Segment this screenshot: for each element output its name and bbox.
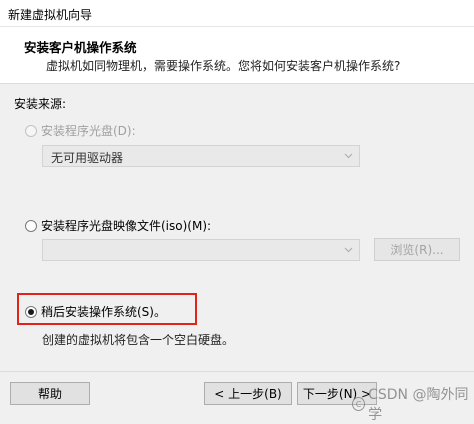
title-bar: 新建虚拟机向导 [0,0,474,27]
chevron-down-icon [344,151,353,160]
help-button[interactable]: 帮助 [10,382,90,405]
iso-path-select[interactable] [42,239,360,261]
window-title: 新建虚拟机向导 [8,8,93,22]
watermark-text: CSDN @陶外同学 [368,387,469,423]
header-subtitle: 虚拟机如同物理机，需要操作系统。您将如何安装客户机操作系统? [46,59,401,73]
install-source-label: 安装来源: [14,97,67,111]
radio-label-iso: 安装程序光盘映像文件(iso)(M): [41,219,212,233]
chevron-down-icon [344,245,353,254]
wizard-header: 安装客户机操作系统 虚拟机如同物理机，需要操作系统。您将如何安装客户机操作系统? [0,27,474,84]
radio-circle-disc[interactable] [25,124,37,137]
csdn-watermark: C CSDN @陶外同学 [352,384,474,424]
radio-install-iso[interactable]: 安装程序光盘映像文件(iso)(M): [25,217,211,234]
radio-label-later: 稍后安装操作系统(S)。 [41,305,166,319]
radio-install-later[interactable]: 稍后安装操作系统(S)。 [25,303,166,320]
browse-button[interactable]: 浏览(R)... [374,238,460,261]
footer-divider [0,371,474,372]
back-button[interactable]: < 上一步(B) [204,382,292,405]
radio-circle-iso[interactable] [25,219,37,232]
radio-install-disc[interactable]: 安装程序光盘(D): [25,122,136,139]
header-title: 安装客户机操作系统 [24,40,137,55]
install-later-note: 创建的虚拟机将包含一个空白硬盘。 [42,333,235,347]
drive-select[interactable]: 无可用驱动器 [42,145,360,167]
csdn-logo-icon: C [352,397,366,411]
radio-circle-later[interactable] [25,305,37,318]
drive-select-value: 无可用驱动器 [51,151,124,165]
radio-label-disc: 安装程序光盘(D): [41,124,136,138]
